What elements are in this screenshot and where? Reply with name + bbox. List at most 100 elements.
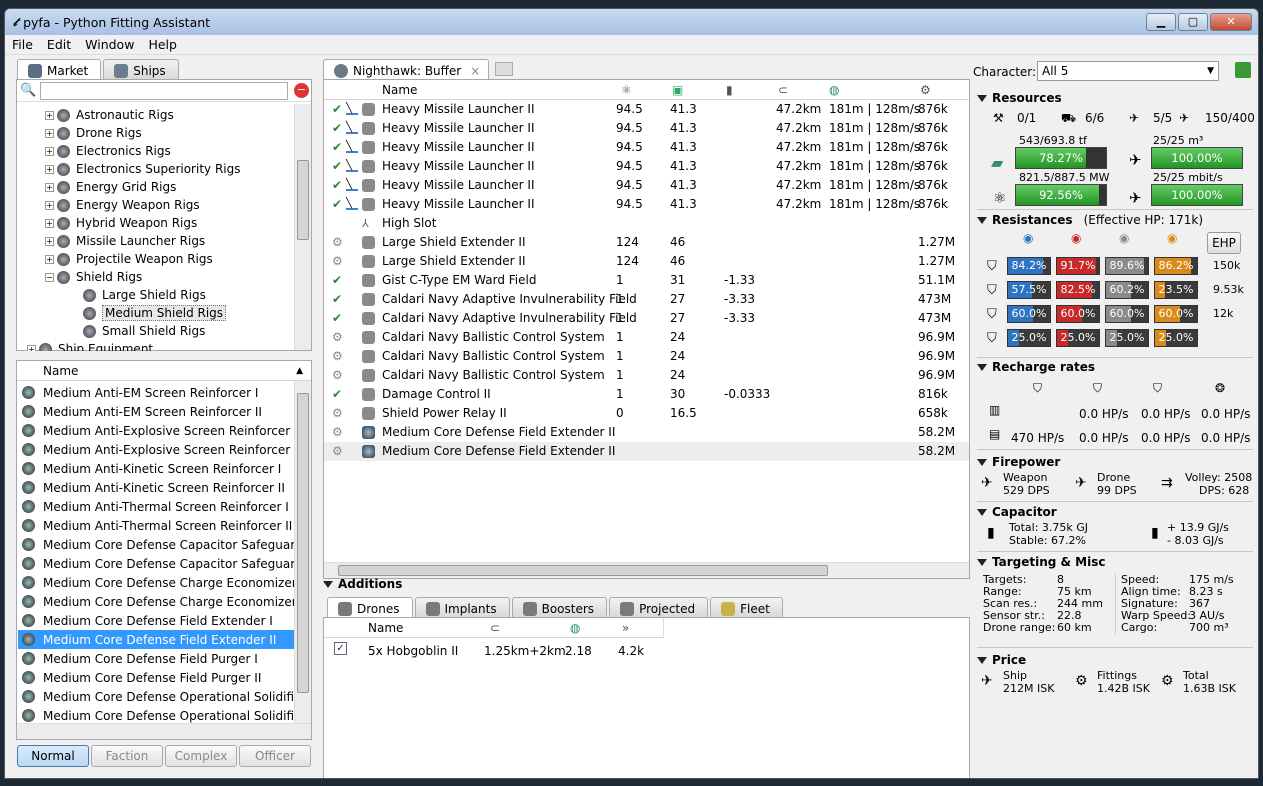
- market-item[interactable]: Medium Core Defense Field Extender II: [18, 630, 294, 649]
- online-state-icon[interactable]: ⚙: [332, 235, 343, 249]
- drone-price-col-icon[interactable]: »: [622, 621, 629, 635]
- expand-icon[interactable]: +: [45, 146, 54, 156]
- fit-module-row[interactable]: ✔ ╲ Heavy Missile Launcher II 94.5 41.3 47.2k…: [324, 157, 969, 176]
- online-state-icon[interactable]: ⚙: [332, 254, 343, 268]
- market-item[interactable]: Medium Core Defense Field Purger II: [18, 668, 294, 687]
- targeting-header[interactable]: Targeting & Misc: [977, 555, 1106, 569]
- close-button[interactable]: ✕: [1210, 13, 1252, 31]
- maximize-button[interactable]: ▢: [1178, 13, 1208, 31]
- tree-item[interactable]: Medium Shield Rigs: [19, 304, 291, 322]
- fit-module-row[interactable]: ✔ Gist C-Type EM Ward Field 1 31 -1.33 51.1M: [324, 271, 969, 290]
- new-tab-icon[interactable]: [495, 62, 514, 76]
- fit-module-row[interactable]: ✔ ╲ Heavy Missile Launcher II 94.5 41.3 47.2k…: [324, 119, 969, 138]
- fit-module-row[interactable]: ⚙ Medium Core Defense Field Extender II 58…: [324, 423, 969, 442]
- resistances-header[interactable]: Resistances (Effective HP: 171k): [977, 213, 1203, 227]
- recharge-header[interactable]: Recharge rates: [977, 360, 1095, 374]
- market-item[interactable]: Medium Anti-Kinetic Screen Reinforcer I: [18, 459, 294, 478]
- cpu-col-icon[interactable]: ⚛: [621, 83, 632, 97]
- item-list-header[interactable]: Name ▲: [17, 361, 311, 381]
- menu-window[interactable]: Window: [78, 37, 141, 52]
- tab-projected[interactable]: Projected: [609, 597, 709, 617]
- complex-button[interactable]: Complex: [165, 745, 237, 767]
- fit-module-row[interactable]: ✔ ╲ Heavy Missile Launcher II 94.5 41.3 47.2k…: [324, 176, 969, 195]
- market-item[interactable]: Medium Core Defense Charge Economizer II: [18, 592, 294, 611]
- tree-item[interactable]: + Electronics Rigs: [19, 142, 291, 160]
- market-item[interactable]: Medium Core Defense Field Extender I: [18, 611, 294, 630]
- fit-module-row[interactable]: ⚙ Caldari Navy Ballistic Control System 1 2…: [324, 347, 969, 366]
- active-state-icon[interactable]: ✔: [332, 311, 342, 325]
- online-state-icon[interactable]: ⚙: [332, 368, 343, 382]
- firepower-header[interactable]: Firepower: [977, 455, 1060, 469]
- additions-header[interactable]: Additions: [323, 577, 402, 591]
- fit-module-row[interactable]: ✔ ╲ Heavy Missile Launcher II 94.5 41.3 47.2k…: [324, 195, 969, 214]
- expand-icon[interactable]: +: [45, 218, 54, 228]
- ehp-button[interactable]: EHP: [1207, 232, 1241, 254]
- search-input[interactable]: [40, 81, 288, 100]
- active-state-icon[interactable]: ✔: [332, 140, 342, 154]
- market-item[interactable]: Medium Anti-Thermal Screen Reinforcer II: [18, 516, 294, 535]
- drone-speed-col-icon[interactable]: ◍: [570, 621, 580, 635]
- tab-ships[interactable]: Ships: [103, 59, 179, 79]
- tree-item[interactable]: + Hybrid Weapon Rigs: [19, 214, 291, 232]
- market-item[interactable]: Medium Anti-Explosive Screen Reinforcer …: [18, 440, 294, 459]
- fit-module-row[interactable]: ✔ ╲ Heavy Missile Launcher II 94.5 41.3 47.2k…: [324, 138, 969, 157]
- active-state-icon[interactable]: ✔: [332, 197, 342, 211]
- market-item[interactable]: Medium Core Defense Charge Economizer I: [18, 573, 294, 592]
- tree-item[interactable]: + Drone Rigs: [19, 124, 291, 142]
- fit-module-row[interactable]: ✔ ╲ Heavy Missile Launcher II 94.5 41.3 47.2k…: [324, 100, 969, 119]
- resources-header[interactable]: Resources: [977, 91, 1062, 105]
- expand-icon[interactable]: +: [27, 344, 36, 351]
- tab-fit[interactable]: Nighthawk: Buffer ×: [323, 59, 490, 79]
- expand-icon[interactable]: +: [45, 254, 54, 264]
- faction-button[interactable]: Faction: [91, 745, 163, 767]
- capacitor-header[interactable]: Capacitor: [977, 505, 1057, 519]
- range-col-icon[interactable]: ⊂: [778, 83, 788, 97]
- tree-item[interactable]: + Ship Equipment: [19, 340, 291, 351]
- fit-module-row[interactable]: ⚙ Large Shield Extender II 124 46 1.27M: [324, 233, 969, 252]
- close-tab-icon[interactable]: ×: [470, 64, 480, 78]
- fit-module-row[interactable]: ✔ Caldari Navy Adaptive Invulnerability F…: [324, 290, 969, 309]
- fit-module-row[interactable]: ⚙ Medium Core Defense Field Extender II 58…: [324, 442, 969, 461]
- expand-icon[interactable]: +: [45, 182, 54, 192]
- tab-boosters[interactable]: Boosters: [511, 597, 608, 617]
- tab-drones[interactable]: Drones: [327, 597, 413, 617]
- online-state-icon[interactable]: ⚙: [332, 330, 343, 344]
- tab-fleet[interactable]: Fleet: [710, 597, 783, 617]
- tab-market[interactable]: Market: [17, 59, 102, 79]
- fit-module-row[interactable]: ⚙ Caldari Navy Ballistic Control System 1 2…: [324, 366, 969, 385]
- character-editor-icon[interactable]: [1235, 62, 1251, 78]
- tree-item[interactable]: + Astronautic Rigs: [19, 106, 291, 124]
- normal-button[interactable]: Normal: [17, 745, 89, 767]
- drone-name-col[interactable]: Name: [368, 621, 403, 635]
- tree-item[interactable]: + Projectile Weapon Rigs: [19, 250, 291, 268]
- fit-module-row[interactable]: ⚙ Caldari Navy Ballistic Control System 1 2…: [324, 328, 969, 347]
- fit-module-row[interactable]: ⚙ Large Shield Extender II 124 46 1.27M: [324, 252, 969, 271]
- market-item[interactable]: Medium Core Defense Capacitor Safeguard …: [18, 554, 294, 573]
- tab-implants[interactable]: Implants: [414, 597, 510, 617]
- market-item[interactable]: Medium Anti-EM Screen Reinforcer I: [18, 383, 294, 402]
- market-item[interactable]: Medium Anti-EM Screen Reinforcer II: [18, 402, 294, 421]
- menu-file[interactable]: File: [5, 37, 40, 52]
- active-state-icon[interactable]: ✔: [332, 178, 342, 192]
- collapse-icon[interactable]: −: [45, 272, 54, 282]
- active-state-icon[interactable]: ✔: [332, 121, 342, 135]
- name-col-header[interactable]: Name: [382, 83, 417, 97]
- active-state-icon[interactable]: ✔: [332, 159, 342, 173]
- menu-help[interactable]: Help: [141, 37, 184, 52]
- tree-item[interactable]: Large Shield Rigs: [19, 286, 291, 304]
- price-header[interactable]: Price: [977, 653, 1026, 667]
- online-state-icon[interactable]: ⚙: [332, 425, 343, 439]
- online-state-icon[interactable]: ⚙: [332, 406, 343, 420]
- active-state-icon[interactable]: ✔: [332, 273, 342, 287]
- fit-module-row[interactable]: ⚙ Shield Power Relay II 0 16.5 658k: [324, 404, 969, 423]
- market-item[interactable]: Medium Anti-Thermal Screen Reinforcer I: [18, 497, 294, 516]
- clear-search-icon[interactable]: −: [294, 83, 309, 98]
- items-scrollbar[interactable]: [294, 381, 311, 723]
- minimize-button[interactable]: ▁: [1146, 13, 1176, 31]
- market-item[interactable]: Medium Anti-Explosive Screen Reinforcer …: [18, 421, 294, 440]
- drone-checkbox[interactable]: ✓: [334, 642, 347, 655]
- market-item[interactable]: Medium Core Defense Field Purger I: [18, 649, 294, 668]
- drone-row[interactable]: ✓ 5x Hobgoblin II 1.25km+2km 2.18 4.2k: [324, 638, 969, 662]
- tree-item[interactable]: + Missile Launcher Rigs: [19, 232, 291, 250]
- fit-hscrollbar[interactable]: [324, 562, 969, 578]
